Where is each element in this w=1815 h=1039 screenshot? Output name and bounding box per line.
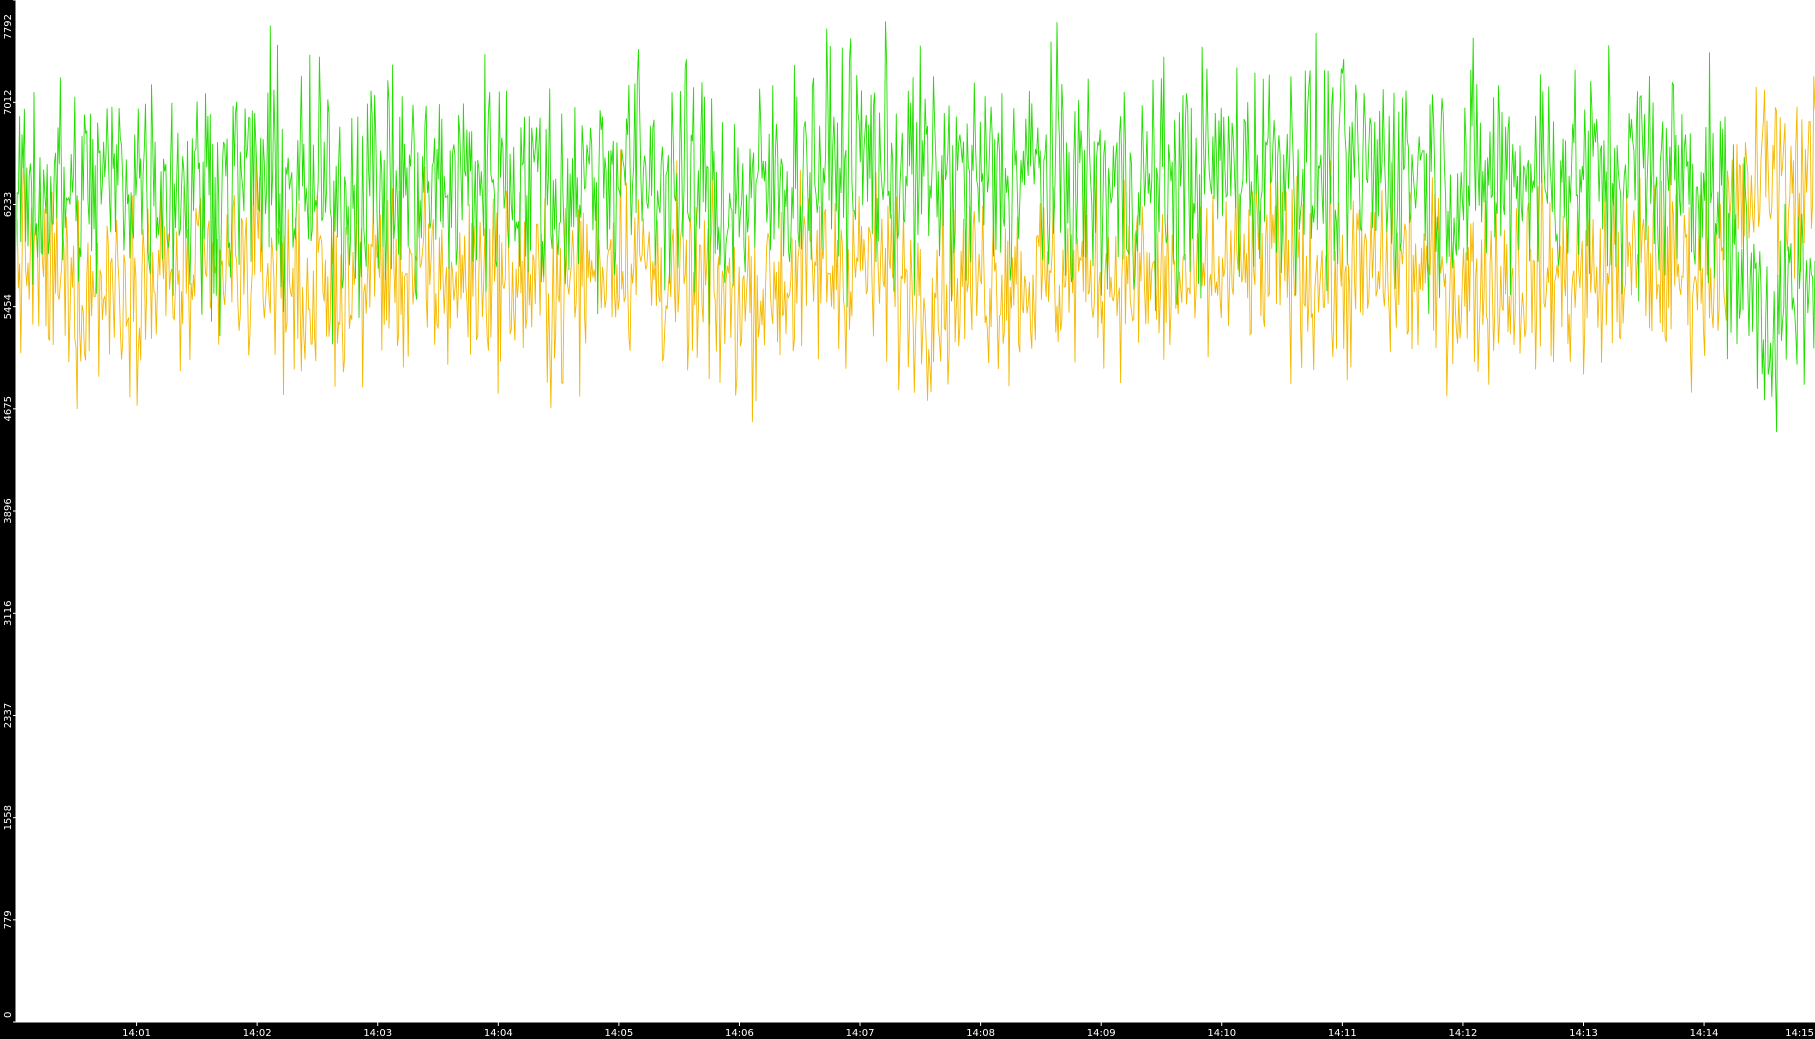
x-tick-label: 14:13	[1569, 1028, 1598, 1039]
y-tick-label: 0	[3, 1012, 14, 1018]
y-tick-label: 7792	[3, 14, 14, 39]
x-tick-label: 14:06	[725, 1028, 754, 1039]
x-tick-label: 14:10	[1207, 1028, 1236, 1039]
x-tick-label: 14:12	[1449, 1028, 1478, 1039]
x-tick-label: 14:05	[604, 1028, 633, 1039]
y-tick-label: 6233	[3, 192, 14, 217]
y-tick-label: 2337	[3, 703, 14, 728]
x-tick-label: 14:11	[1328, 1028, 1357, 1039]
x-tick-label: 14:01	[122, 1028, 151, 1039]
x-tick-label: 14:02	[243, 1028, 272, 1039]
y-tick-label: 3116	[3, 601, 14, 626]
y-tick-label: 779	[3, 910, 14, 929]
y-tick-label: 1558	[3, 805, 14, 830]
y-tick-label: 4675	[3, 396, 14, 421]
y-tick-label: 5454	[3, 294, 14, 319]
x-tick-label: 14:14	[1690, 1028, 1719, 1039]
y-tick-label: 3896	[3, 498, 14, 523]
y-tick-label: 7012	[3, 90, 14, 115]
x-tick-label: 14:04	[484, 1028, 513, 1039]
x-tick-label: 14:03	[363, 1028, 392, 1039]
x-tick-label: 14:09	[1087, 1028, 1116, 1039]
x-tick-label: 14:15	[1785, 1028, 1814, 1039]
chart-canvas: 0 779 1558 2337 3116 3896 4675 5454 6233 7012 7792…	[3, 0, 1815, 1039]
plot-area	[16, 0, 1815, 1022]
line-chart: 0 779 1558 2337 3116 3896 4675 5454 6233 7012 7792…	[0, 0, 1815, 1039]
x-tick-label: 14:07	[846, 1028, 875, 1039]
x-tick-label: 14:08	[966, 1028, 995, 1039]
